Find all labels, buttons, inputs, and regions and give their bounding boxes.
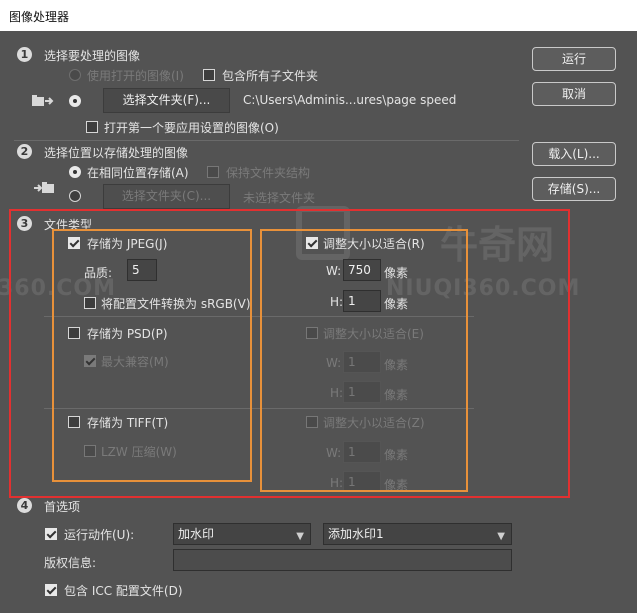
source-folder-path: C:\Users\Adminis...ures\page speed	[243, 93, 457, 107]
select-dest-folder-radio[interactable]	[69, 190, 81, 202]
action-set-value: 加水印	[178, 527, 215, 541]
include-subfolders-label: 包含所有子文件夹	[222, 69, 319, 83]
section2-title: 选择位置以存储处理的图像	[44, 146, 189, 160]
select-source-folder-button[interactable]: 选择文件夹(F)...	[103, 88, 230, 113]
copyright-label: 版权信息:	[44, 556, 97, 570]
include-subfolders-checkbox[interactable]	[203, 69, 215, 81]
chevron-down-icon: ▼	[296, 531, 304, 542]
open-first-image-checkbox[interactable]	[86, 121, 98, 133]
window-title: 图像处理器	[9, 10, 70, 24]
highlight-orange-box-right	[260, 229, 468, 492]
highlight-orange-box-left	[52, 229, 252, 482]
step-4-badge: 4	[17, 498, 32, 513]
action-set-select[interactable]: 加水印 ▼	[173, 523, 311, 545]
run-action-label: 运行动作(U):	[64, 528, 135, 542]
chevron-down-icon: ▼	[497, 531, 505, 542]
open-first-image-label: 打开第一个要应用设置的图像(O)	[104, 121, 279, 135]
folder-destination-icon	[32, 181, 54, 195]
save-settings-button[interactable]: 存储(S)...	[532, 177, 616, 201]
use-open-images-radio[interactable]	[69, 69, 81, 81]
action-name-value: 添加水印1	[328, 527, 384, 541]
folder-arrow-icon	[32, 94, 54, 108]
keep-structure-label: 保持文件夹结构	[226, 166, 311, 180]
keep-structure-checkbox[interactable]	[207, 166, 219, 178]
window-titlebar: 图像处理器	[0, 0, 637, 31]
no-folder-label: 未选择文件夹	[243, 191, 316, 205]
section1-title: 选择要处理的图像	[44, 49, 141, 63]
select-dest-folder-button[interactable]: 选择文件夹(C)...	[103, 184, 230, 209]
same-location-label: 在相同位置存储(A)	[87, 166, 189, 180]
use-open-images-label: 使用打开的图像(I)	[87, 69, 184, 83]
section4-title: 首选项	[44, 500, 81, 514]
run-action-checkbox[interactable]	[45, 528, 57, 540]
select-folder-radio[interactable]	[69, 95, 81, 107]
copyright-input[interactable]	[173, 549, 512, 571]
load-button[interactable]: 载入(L)...	[532, 142, 616, 166]
section-divider	[14, 140, 519, 141]
action-name-select[interactable]: 添加水印1 ▼	[323, 523, 512, 545]
include-icc-label: 包含 ICC 配置文件(D)	[64, 584, 183, 598]
step-2-badge: 2	[17, 144, 32, 159]
run-button[interactable]: 运行	[532, 47, 616, 71]
cancel-button[interactable]: 取消	[532, 82, 616, 106]
same-location-radio[interactable]	[69, 166, 81, 178]
include-icc-checkbox[interactable]	[45, 584, 57, 596]
step-1-badge: 1	[17, 47, 32, 62]
